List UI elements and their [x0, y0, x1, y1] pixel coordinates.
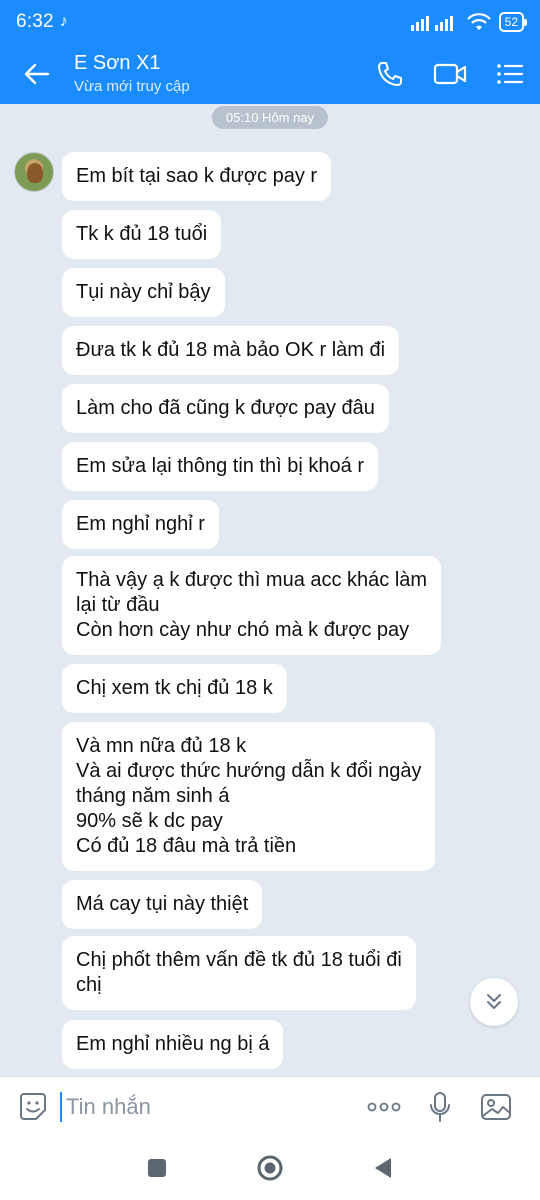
back-nav-button[interactable] — [372, 1156, 394, 1180]
tiktok-notification-icon: ♪ — [59, 13, 68, 30]
recent-apps-button[interactable] — [146, 1157, 168, 1179]
message-bubble[interactable]: Làm cho đã cũng k được pay đâu — [62, 384, 389, 433]
status-bar: 6:32 ♪ 52 — [0, 0, 540, 44]
message-bubble[interactable]: Em bít tại sao k được pay r — [62, 152, 332, 201]
message-bubble[interactable]: Đưa tk k đủ 18 mà bảo OK r làm đi — [62, 326, 400, 375]
scroll-to-bottom-button[interactable] — [470, 978, 518, 1026]
contact-avatar[interactable] — [14, 152, 54, 192]
voice-message-button[interactable] — [412, 1077, 468, 1137]
menu-button[interactable] — [480, 44, 540, 104]
menu-icon — [497, 64, 524, 84]
message-bubble[interactable]: Má cay tụi này thiệt — [62, 880, 263, 929]
message-bubble[interactable]: Thà vậy ạ k được thì mua acc khác làm lạ… — [62, 556, 442, 655]
signal-icon — [410, 16, 453, 31]
call-button[interactable] — [360, 44, 420, 104]
more-options-button[interactable] — [356, 1077, 412, 1137]
image-icon — [481, 1093, 511, 1120]
chevron-double-down-icon — [487, 994, 501, 1009]
message-bubble[interactable]: Chị xem tk chị đủ 18 k — [62, 664, 287, 713]
battery-indicator: 52 — [498, 12, 528, 32]
send-image-button[interactable] — [468, 1077, 524, 1137]
message-bubble[interactable]: Tụi này chỉ bậy — [62, 268, 225, 317]
contact-info[interactable]: E Sơn X1 Vừa mới truy cập — [74, 51, 360, 97]
back-arrow-icon — [24, 63, 50, 85]
message-bubble[interactable]: Em sửa lại thông tin thì bị khoá r — [62, 442, 378, 491]
video-call-icon — [433, 63, 467, 85]
sticker-button[interactable] — [16, 1077, 50, 1137]
message-bubble[interactable]: Em nghỉ nhiều ng bị á — [62, 1020, 284, 1069]
status-time: 6:32 — [16, 11, 54, 32]
message-bubble[interactable]: Chị phốt thêm vấn đề tk đủ 18 tuổi đi ch… — [62, 936, 416, 1010]
chat-header: E Sơn X1 Vừa mới truy cập — [0, 44, 540, 104]
home-button[interactable] — [256, 1154, 284, 1182]
video-call-button[interactable] — [420, 44, 480, 104]
message-bubble[interactable]: Tk k đủ 18 tuổi — [62, 210, 222, 259]
microphone-icon — [430, 1091, 450, 1122]
more-options-icon — [367, 1102, 401, 1111]
message-bubble[interactable]: Em nghỉ nghỉ r — [62, 500, 219, 549]
message-bubble[interactable]: Và mn nữa đủ 18 k Và ai được thức hướng … — [62, 722, 436, 871]
back-button[interactable] — [0, 44, 74, 104]
phone-icon — [378, 62, 402, 86]
status-indicators: 52 — [410, 12, 528, 32]
message-input[interactable]: Tin nhắn — [60, 1091, 356, 1122]
system-nav-bar — [0, 1136, 540, 1200]
date-separator: 05:10 Hôm nay — [211, 106, 329, 129]
message-list[interactable]: 05:10 Hôm nay Em bít tại sao k được pay … — [0, 104, 540, 1076]
message-composer: Tin nhắn — [0, 1076, 540, 1136]
contact-name: E Sơn X1 — [74, 52, 161, 74]
contact-presence: Vừa mới truy cập — [74, 78, 190, 95]
wifi-icon — [466, 13, 491, 30]
sticker-icon — [20, 1092, 46, 1120]
